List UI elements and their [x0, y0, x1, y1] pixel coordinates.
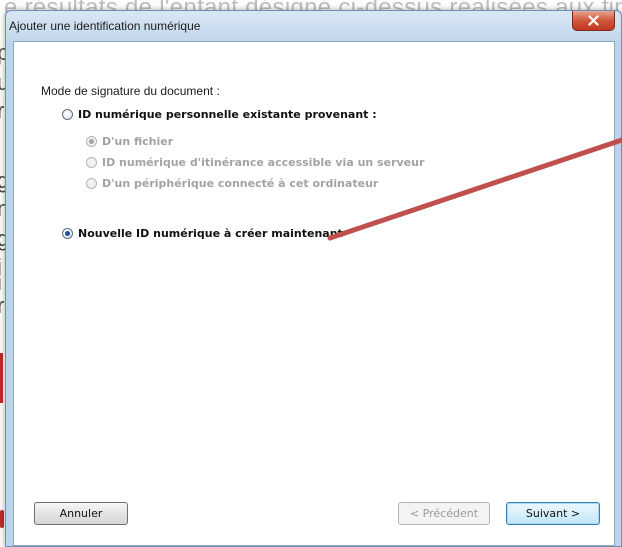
- radio-existing-id[interactable]: [62, 109, 73, 120]
- option-device: D'un périphérique connecté à cet ordinat…: [86, 177, 378, 190]
- background-red-mark: [0, 353, 3, 403]
- option-from-file-label: D'un fichier: [102, 135, 174, 148]
- radio-roaming-id: [86, 157, 97, 168]
- option-roaming-id: ID numérique d'itinérance accessible via…: [86, 156, 424, 169]
- dialog-content: Mode de signature du document : ID numér…: [13, 41, 615, 546]
- dialog-title: Ajouter une identification numérique: [9, 19, 201, 33]
- option-new-id[interactable]: Nouvelle ID numérique à créer maintenant: [62, 227, 343, 240]
- option-roaming-id-label: ID numérique d'itinérance accessible via…: [102, 156, 425, 169]
- background-letter: r: [0, 98, 5, 123]
- close-icon: [588, 15, 599, 26]
- previous-button: < Précédent: [398, 502, 490, 525]
- option-device-label: D'un périphérique connecté à cet ordinat…: [102, 177, 379, 190]
- option-existing-id[interactable]: ID numérique personnelle existante prove…: [62, 108, 377, 121]
- title-bar[interactable]: Ajouter une identification numérique: [6, 11, 621, 41]
- add-digital-id-dialog: Ajouter une identification numérique Mod…: [5, 10, 622, 547]
- signature-mode-label: Mode de signature du document :: [41, 84, 220, 98]
- radio-device: [86, 178, 97, 189]
- background-letter: r: [0, 293, 5, 318]
- option-from-file: D'un fichier: [86, 135, 173, 148]
- next-button[interactable]: Suivant >: [506, 502, 600, 525]
- cancel-button[interactable]: Annuler: [34, 502, 128, 525]
- radio-from-file: [86, 136, 97, 147]
- option-new-id-label: Nouvelle ID numérique à créer maintenant: [78, 227, 343, 240]
- option-existing-id-label: ID numérique personnelle existante prove…: [78, 108, 377, 121]
- close-button[interactable]: [572, 11, 615, 31]
- background-red-dot: [0, 510, 4, 528]
- radio-new-id[interactable]: [62, 228, 73, 239]
